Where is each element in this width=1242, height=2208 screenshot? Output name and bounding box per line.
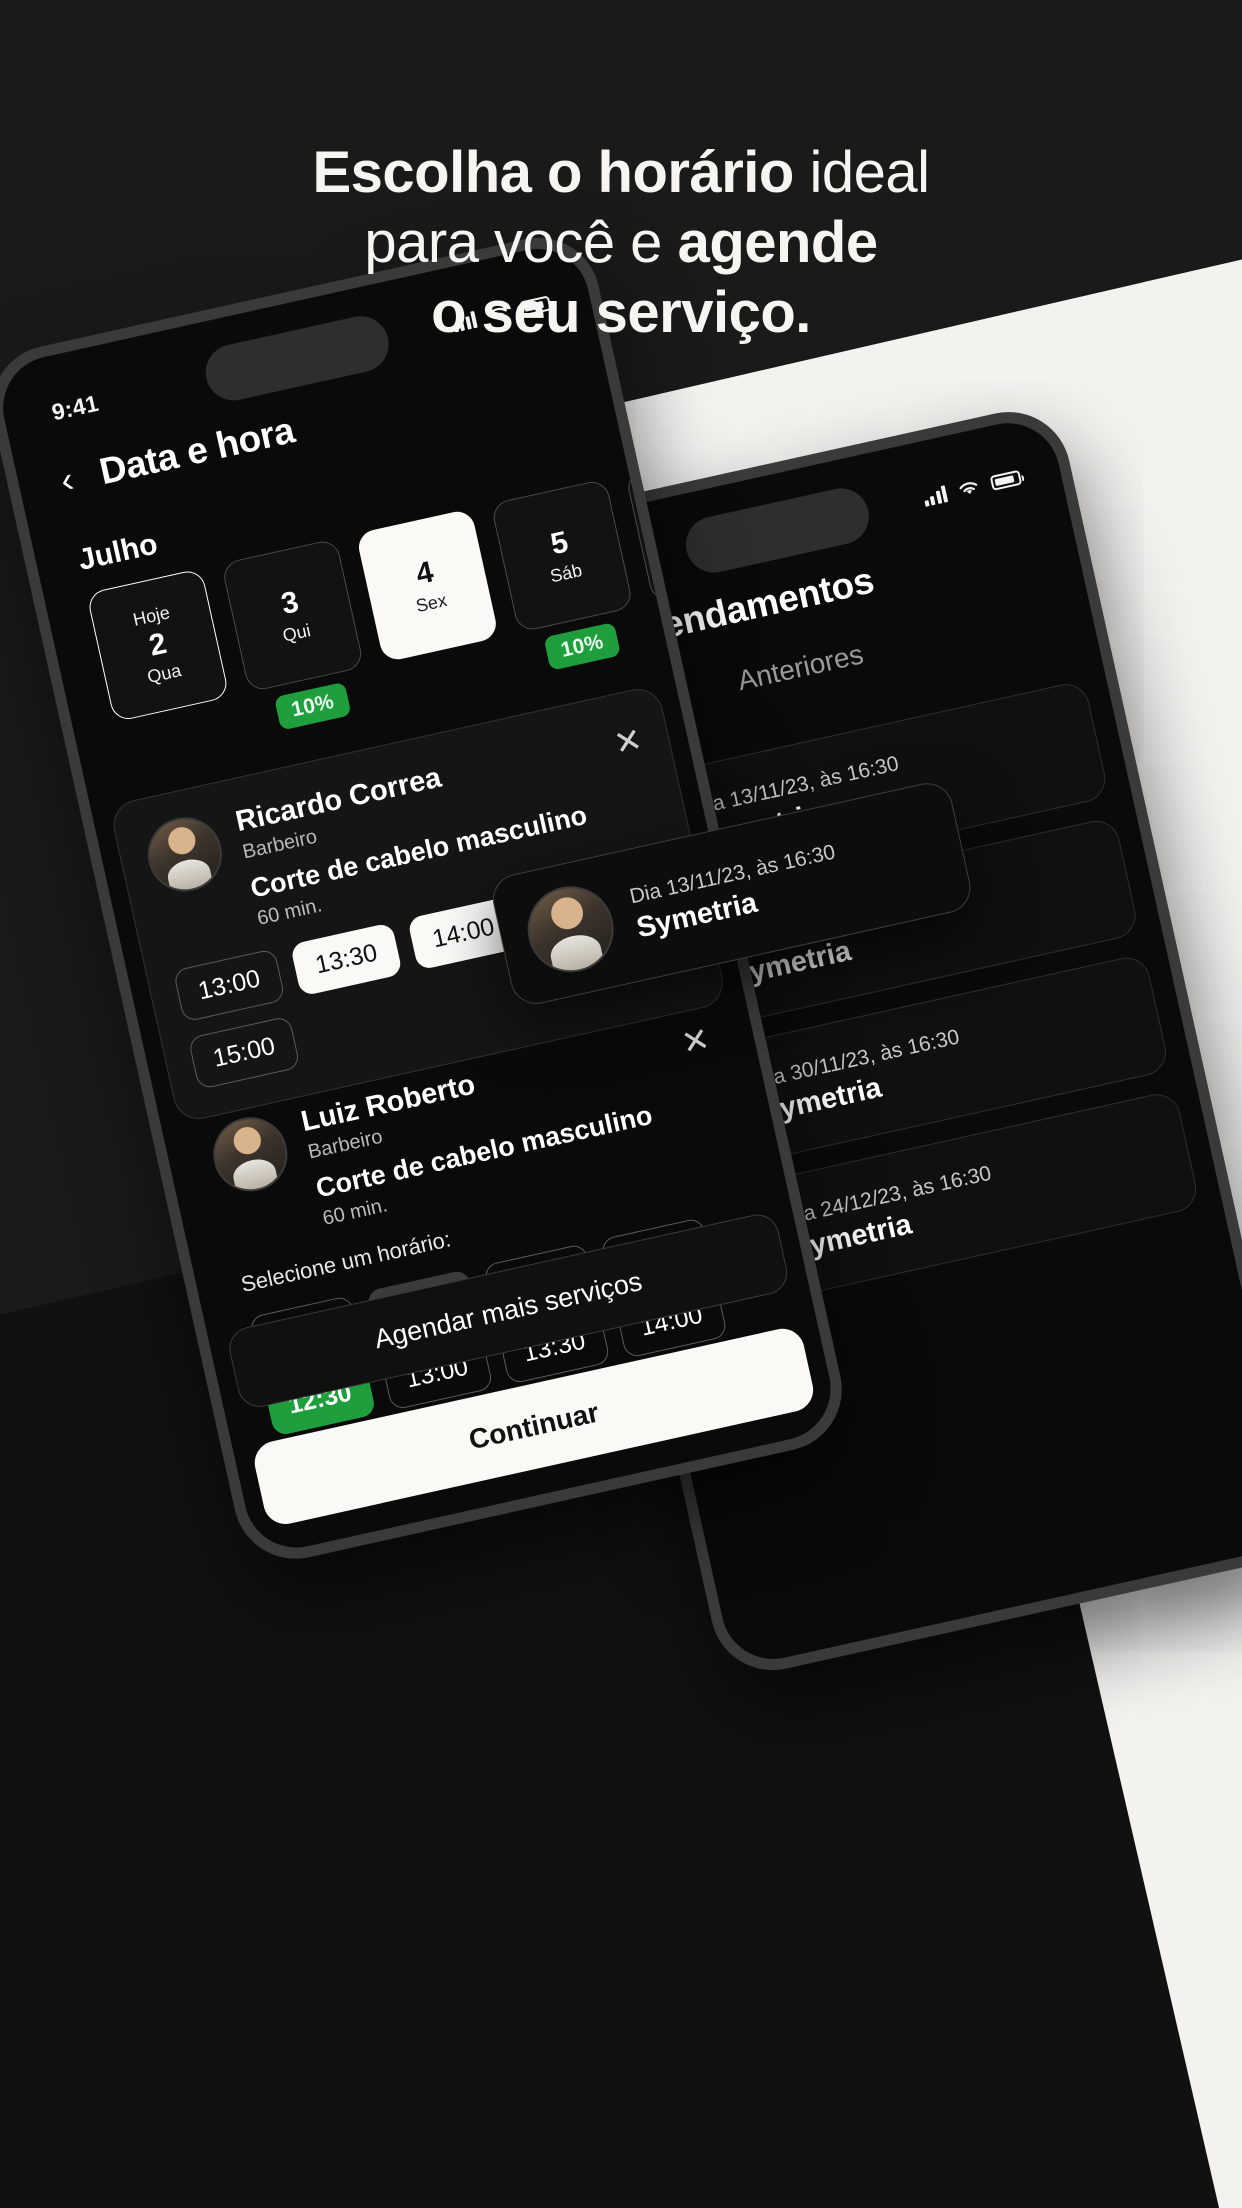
headline-line-1-rest: ideal	[793, 140, 930, 205]
appointment-meta: Dia 30/11/23, às 16:30 Symetria	[752, 987, 1140, 1130]
headline-line-1: Escolha o horário ideal	[70, 138, 1172, 208]
date-card-number: 4	[413, 555, 437, 592]
headline-line-2-rest: para você e	[364, 210, 678, 275]
close-icon[interactable]: ✕	[611, 720, 646, 762]
time-slot[interactable]: 13:00	[172, 948, 286, 1023]
time-slot[interactable]: 15:00	[187, 1015, 301, 1091]
wifi-icon	[959, 482, 978, 495]
date-card-weekday: Qui	[280, 619, 313, 646]
headline-line-2: para você e agende	[70, 208, 1172, 278]
date-card-number: 3	[278, 585, 302, 622]
date-card-5[interactable]: 5 Sáb	[490, 478, 635, 633]
page-title: Escolha o horário ideal para você e agen…	[0, 138, 1242, 348]
headline-line-3-bold: o seu serviço.	[431, 280, 811, 345]
date-card-weekday: Sex	[413, 589, 449, 616]
month-label: Julho	[75, 527, 161, 577]
chevron-left-icon[interactable]: ‹	[57, 458, 78, 501]
cellular-bars-icon	[922, 484, 949, 507]
appointment-meta: Dia 24/12/23, às 16:30 Symetria	[782, 1124, 1170, 1267]
date-card-weekday: Qua	[145, 660, 184, 688]
battery-icon	[989, 469, 1023, 491]
headline-line-2-bold: agende	[677, 210, 879, 275]
status-badge: 10%	[273, 681, 353, 731]
tab-anteriores[interactable]: Anteriores	[735, 638, 870, 711]
headline-line-1-bold: Escolha o horário	[312, 140, 794, 205]
date-card-2[interactable]: Hoje 2 Qua	[86, 568, 230, 723]
promo-stage: Escolha o horário ideal para você e agen…	[0, 0, 1242, 2208]
date-card-number: 5	[547, 525, 572, 562]
time-slot[interactable]: 13:30	[289, 922, 403, 997]
phone-a-status-time: 9:41	[49, 389, 101, 425]
date-card-3[interactable]: 3 Qui	[220, 538, 365, 693]
date-card-4[interactable]: 4 Sex	[355, 508, 500, 663]
date-card-top-label: Hoje	[131, 601, 172, 630]
date-card-number: 2	[146, 626, 170, 663]
status-badge: 10%	[542, 621, 622, 671]
avatar	[206, 1110, 295, 1199]
avatar	[519, 877, 622, 981]
avatar	[140, 810, 229, 899]
close-icon[interactable]: ✕	[678, 1020, 713, 1062]
date-card-weekday: Sáb	[548, 559, 584, 587]
headline-line-3: o seu serviço.	[70, 278, 1172, 348]
phone-b-status-icons	[921, 468, 1023, 507]
